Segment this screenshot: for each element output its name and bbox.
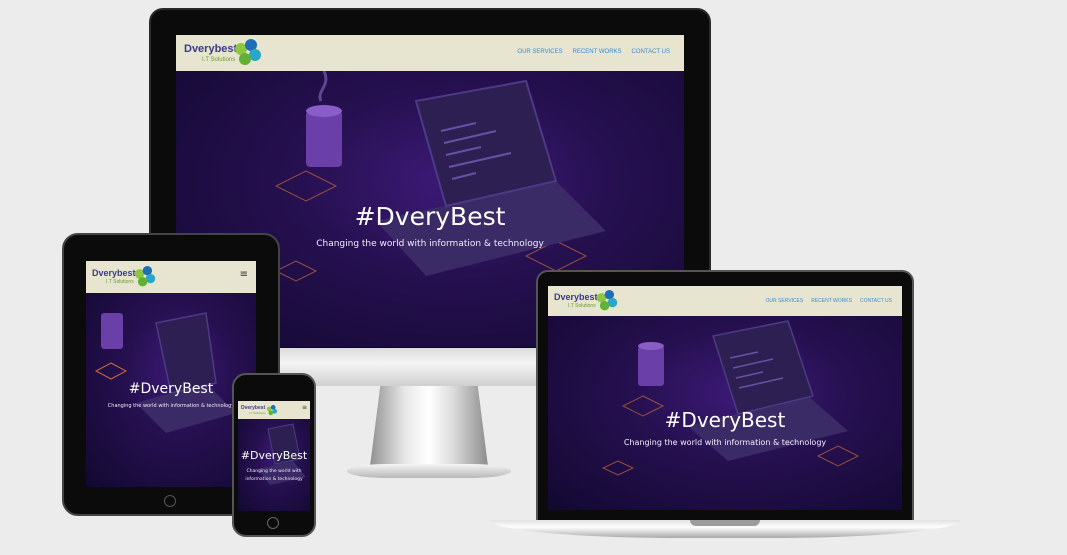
site-logo[interactable]: Dverybest I.T Solutions xyxy=(554,290,619,312)
hamburger-menu-icon[interactable]: ≡ xyxy=(302,404,307,411)
logo-tagline: I.T Solutions xyxy=(106,279,134,285)
logo-tagline: I.T Solutions xyxy=(568,303,596,309)
coffee-cup-icon xyxy=(638,342,664,386)
site-nav: OUR SERVICES RECENT WORKS CONTACT US xyxy=(766,298,893,304)
phone-site-screen: Dverybest I.T Solutions ≡ #DveryBest Cha… xyxy=(238,401,310,511)
logo-name: Dverybest xyxy=(241,404,266,411)
phone: Dverybest I.T Solutions ≡ #DveryBest Cha… xyxy=(232,373,316,537)
logo-name: Dverybest xyxy=(554,292,598,302)
hero-illustration xyxy=(258,423,306,485)
hamburger-menu-icon[interactable]: ≡ xyxy=(240,269,248,280)
monitor-stand xyxy=(369,380,489,474)
coffee-cup-icon xyxy=(306,71,342,167)
nav-our-services[interactable]: OUR SERVICES xyxy=(517,49,562,55)
logo-puzzle-icon xyxy=(266,404,277,415)
logo-tagline: I.T Solutions xyxy=(202,56,236,63)
hero-subtitle: Changing the world with information & te… xyxy=(107,403,235,409)
laptop-notch xyxy=(690,520,760,526)
hero-section: #DveryBest Changing the world with infor… xyxy=(238,419,310,511)
hero-section: #DveryBest Changing the world with infor… xyxy=(548,316,902,510)
site-header: Dverybest I.T Solutions ≡ xyxy=(238,401,310,419)
hero-title: #DveryBest xyxy=(240,449,308,462)
monitor-stand-base xyxy=(347,464,511,478)
hero-subtitle: Changing the world with information & te… xyxy=(623,438,827,447)
hero-subtitle-line2: information & technology xyxy=(245,477,303,482)
nav-our-services[interactable]: OUR SERVICES xyxy=(766,298,804,304)
logo-tagline: I.T Solutions xyxy=(249,410,266,415)
logo-puzzle-icon xyxy=(235,39,262,65)
tablet-site-screen: Dverybest I.T Solutions ≡ #DveryBest Cha… xyxy=(86,261,256,487)
nav-contact-us[interactable]: CONTACT US xyxy=(860,298,892,304)
site-header: Dverybest I.T Solutions OUR SERVICES REC… xyxy=(548,286,902,316)
hero-subtitle-line1: Changing the world with xyxy=(246,469,302,474)
hero-title: #DveryBest xyxy=(354,202,506,231)
logo-name: Dverybest xyxy=(184,42,238,55)
logo-puzzle-icon xyxy=(596,290,617,311)
hero-section: #DveryBest Changing the world with infor… xyxy=(86,293,256,487)
site-nav: OUR SERVICES RECENT WORKS CONTACT US xyxy=(517,49,670,55)
nav-recent-works[interactable]: RECENT WORKS xyxy=(573,49,622,55)
coffee-cup-icon xyxy=(101,313,123,349)
phone-home-button[interactable] xyxy=(267,517,279,529)
nav-contact-us[interactable]: CONTACT US xyxy=(632,49,670,55)
laptop-site-screen: Dverybest I.T Solutions OUR SERVICES REC… xyxy=(548,286,902,510)
hero-title: #DveryBest xyxy=(664,408,786,432)
laptop: Dverybest I.T Solutions OUR SERVICES REC… xyxy=(490,270,960,542)
tablet-home-button[interactable] xyxy=(164,495,176,507)
hero-title: #DveryBest xyxy=(128,381,214,397)
site-logo[interactable]: Dverybest I.T Solutions xyxy=(241,404,278,416)
site-header: Dverybest I.T Solutions OUR SERVICES REC… xyxy=(176,35,684,71)
site-logo[interactable]: Dverybest I.T Solutions xyxy=(184,39,263,67)
logo-name: Dverybest xyxy=(92,268,136,278)
site-header: Dverybest I.T Solutions ≡ xyxy=(86,261,256,293)
site-logo[interactable]: Dverybest I.T Solutions xyxy=(92,266,157,288)
nav-recent-works[interactable]: RECENT WORKS xyxy=(811,298,852,304)
logo-puzzle-icon xyxy=(134,266,155,287)
